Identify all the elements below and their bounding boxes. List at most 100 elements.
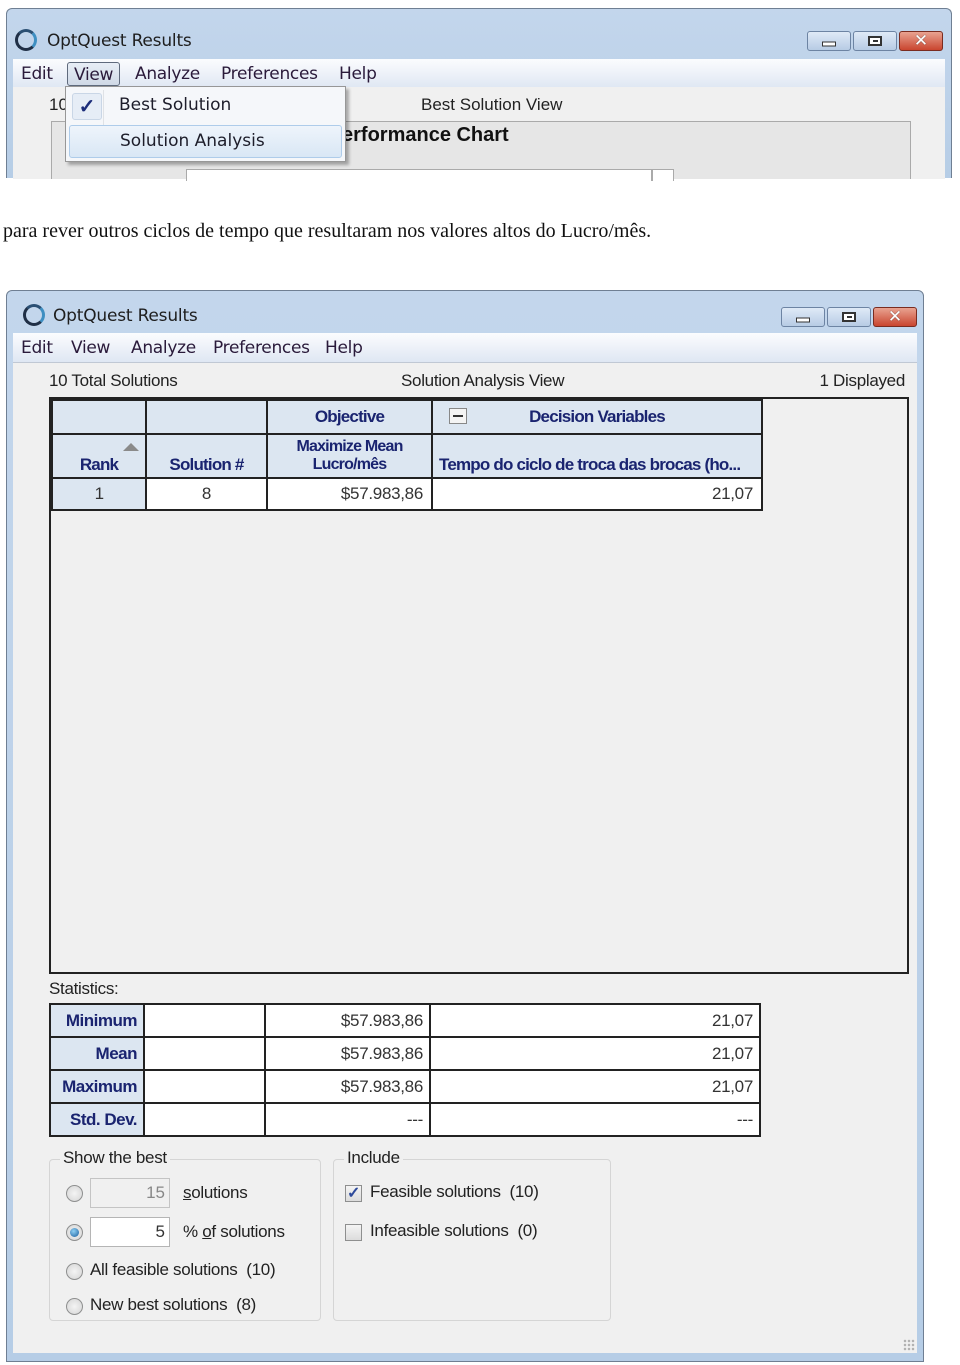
infeasible-solutions-checkbox[interactable] — [345, 1224, 362, 1241]
minimize-button[interactable] — [807, 31, 851, 51]
radio-new-best[interactable] — [66, 1298, 83, 1315]
group-legend: Include — [344, 1148, 403, 1168]
cell-solution: 8 — [145, 477, 268, 511]
chart-area — [186, 169, 652, 181]
maximize-button[interactable] — [827, 307, 871, 327]
minimize-button[interactable] — [781, 307, 825, 327]
optquest-logo-icon — [15, 29, 37, 51]
results-grid: Objective Decision Variables Rank Soluti… — [49, 397, 909, 974]
stat-empty — [143, 1069, 266, 1104]
view-title: Solution Analysis View — [401, 371, 565, 390]
group-legend: Show the best — [60, 1148, 170, 1168]
stat-objective: $57.983,86 — [264, 1069, 431, 1104]
column-header-line: Lucro/mês — [312, 456, 388, 473]
menu-edit[interactable]: Edit — [15, 62, 59, 86]
infeasible-solutions-label[interactable]: Infeasible solutions (0) — [370, 1221, 538, 1241]
optquest-logo-icon — [23, 304, 45, 326]
stats-row-std-dev: Std. Dev. --- --- — [49, 1102, 761, 1137]
document-caption: para rever outros ciclos de tempo que re… — [3, 220, 652, 242]
menu-edit[interactable]: Edit — [15, 336, 59, 360]
menu-preferences[interactable]: Preferences — [207, 336, 316, 360]
menu-bar: Edit View Analyze Preferences Help — [13, 333, 917, 363]
stat-objective: --- — [264, 1102, 431, 1137]
view-title: Best Solution View — [421, 95, 563, 114]
column-header-rank[interactable]: Rank — [51, 433, 147, 479]
label-text: olutions — [191, 1183, 248, 1202]
menu-analyze[interactable]: Analyze — [129, 62, 206, 86]
objective-group-header: Objective — [266, 399, 433, 435]
decision-variables-group-header: Decision Variables — [431, 399, 763, 435]
stat-objective: $57.983,86 — [264, 1036, 431, 1071]
total-solutions-label: 10 Total Solutions — [49, 371, 178, 390]
new-best-label[interactable]: New best solutions (8) — [90, 1295, 256, 1315]
menu-item-solution-analysis[interactable]: Solution Analysis — [69, 125, 342, 158]
statistics-label: Statistics: — [49, 979, 119, 998]
feasible-solutions-label[interactable]: Feasible solutions (10) — [370, 1182, 539, 1202]
stat-name: Minimum — [49, 1003, 145, 1038]
decision-variables-label: Decision Variables — [529, 407, 666, 426]
column-header-solution[interactable]: Solution # — [145, 433, 268, 479]
column-header-variable[interactable]: Tempo do ciclo de troca das brocas (ho..… — [431, 433, 763, 479]
view-menu-dropdown: ✓ Best Solution Solution Analysis — [65, 86, 346, 162]
all-feasible-label[interactable]: All feasible solutions (10) — [90, 1260, 276, 1280]
window-title: OptQuest Results — [47, 31, 192, 51]
table-row[interactable]: 1 8 $57.983,86 21,07 — [51, 477, 763, 511]
stat-empty — [143, 1003, 266, 1038]
menu-item-label: Best Solution — [119, 95, 232, 115]
cell-variable: 21,07 — [431, 477, 763, 511]
mnemonic: s — [183, 1183, 192, 1202]
menu-analyze[interactable]: Analyze — [125, 336, 202, 360]
stat-name: Std. Dev. — [49, 1102, 145, 1137]
percent-solutions-input[interactable] — [90, 1217, 170, 1247]
menu-view[interactable]: View — [67, 62, 121, 86]
close-button[interactable]: ✕ — [899, 31, 943, 51]
show-best-group: Show the best solutions % of solutions A… — [49, 1148, 321, 1321]
column-header-label: Rank — [79, 455, 119, 474]
stat-objective: $57.983,86 — [264, 1003, 431, 1038]
title-bar: OptQuest Results ✕ — [7, 9, 951, 51]
close-button[interactable]: ✕ — [873, 307, 917, 327]
group-header-row: Objective Decision Variables — [51, 399, 763, 435]
solutions-label: solutions — [183, 1183, 248, 1203]
chart-scroll — [652, 169, 674, 181]
cell-rank: 1 — [51, 477, 147, 511]
stat-name: Mean — [49, 1036, 145, 1071]
minimize-icon — [796, 317, 810, 323]
resize-grip-icon[interactable] — [903, 1339, 915, 1351]
collapse-icon[interactable] — [449, 408, 467, 424]
label-prefix: % — [183, 1222, 203, 1241]
column-header-objective[interactable]: Maximize Mean Lucro/mês — [266, 433, 433, 479]
feasible-solutions-checkbox[interactable] — [345, 1183, 362, 1203]
stat-name: Maximum — [49, 1069, 145, 1104]
menu-item-best-solution[interactable]: ✓ Best Solution — [69, 90, 342, 123]
close-icon: ✕ — [887, 307, 903, 327]
radio-top-n-solutions[interactable] — [66, 1185, 83, 1202]
displayed-count-label: 1 Displayed — [819, 371, 905, 390]
radio-all-feasible[interactable] — [66, 1263, 83, 1280]
results-table: Objective Decision Variables Rank Soluti… — [51, 399, 763, 511]
percent-solutions-label: % of solutions — [183, 1222, 285, 1242]
performance-chart-title: erformance Chart — [342, 124, 509, 146]
menu-help[interactable]: Help — [319, 336, 369, 360]
window-title: OptQuest Results — [53, 306, 198, 326]
sort-ascending-icon — [123, 443, 139, 451]
stats-row-maximum: Maximum $57.983,86 21,07 — [49, 1069, 761, 1104]
radio-percent-solutions[interactable] — [66, 1224, 83, 1241]
maximize-button[interactable] — [853, 31, 897, 51]
maximize-icon — [842, 312, 856, 322]
cell-objective: $57.983,86 — [266, 477, 433, 511]
column-header-row: Rank Solution # Maximize Mean Lucro/mês … — [51, 433, 763, 479]
menu-help[interactable]: Help — [333, 62, 383, 86]
menu-item-label: Solution Analysis — [120, 131, 265, 151]
close-icon: ✕ — [913, 31, 929, 51]
stat-empty — [143, 1102, 266, 1137]
menu-preferences[interactable]: Preferences — [215, 62, 324, 86]
minimize-icon — [822, 41, 836, 47]
statistics-table: Minimum $57.983,86 21,07 Mean $57.983,86… — [49, 1003, 761, 1137]
include-group: Include Feasible solutions (10) Infeasib… — [333, 1148, 611, 1321]
maximize-icon — [868, 36, 882, 46]
stat-variable: 21,07 — [429, 1003, 761, 1038]
top-n-solutions-input[interactable] — [90, 1178, 170, 1208]
stat-variable: 21,07 — [429, 1036, 761, 1071]
menu-view[interactable]: View — [65, 336, 116, 360]
